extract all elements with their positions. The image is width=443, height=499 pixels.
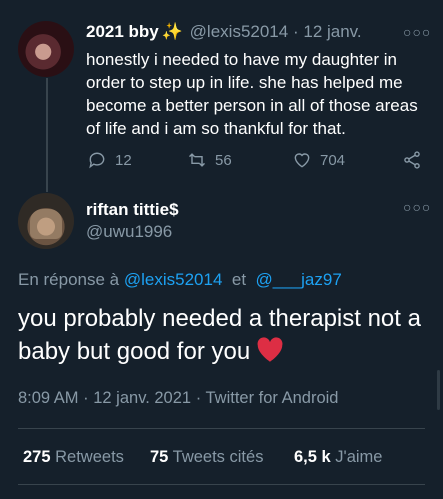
retweets-count: 275 xyxy=(23,448,51,466)
more-options-icon[interactable]: ○○○ xyxy=(403,24,431,40)
reply-count: 12 xyxy=(115,151,132,169)
avatar[interactable] xyxy=(18,21,74,77)
display-name[interactable]: 2021 bby xyxy=(86,22,159,41)
tweet-date[interactable]: 12 janv. xyxy=(303,22,361,41)
quotes-label: Tweets cités xyxy=(172,448,264,466)
display-name[interactable]: riftan tittie$ xyxy=(86,200,179,220)
reply-text: you probably needed a therapist not a ba… xyxy=(18,305,421,365)
reply-prefix: En réponse à xyxy=(18,270,120,289)
tweet-date[interactable]: 12 janv. 2021 xyxy=(93,389,191,407)
quotes-count: 75 xyxy=(150,448,169,466)
retweets-label: Retweets xyxy=(55,448,124,466)
retweet-count: 56 xyxy=(215,151,232,169)
thread-line xyxy=(46,78,48,192)
likes-count: 6,5 k xyxy=(294,448,331,466)
retweet-button[interactable]: 56 xyxy=(187,150,232,170)
mention-link[interactable]: @lexis52014 xyxy=(124,270,223,289)
handle[interactable]: @uwu1996 xyxy=(86,222,172,242)
tweet-meta: 8:09 AM · 12 janv. 2021 · Twitter for An… xyxy=(18,389,338,408)
likes-label: J'aime xyxy=(335,448,383,466)
separator: · xyxy=(195,389,202,407)
avatar[interactable] xyxy=(18,193,74,249)
divider xyxy=(18,428,425,429)
tweet-header: 2021 bby ✨ @lexis52014 · 12 janv. xyxy=(86,22,362,42)
share-icon xyxy=(404,151,420,169)
divider xyxy=(18,484,425,485)
share-button[interactable] xyxy=(402,150,422,170)
reply-joiner: et xyxy=(231,270,247,289)
handle[interactable]: @lexis52014 xyxy=(190,22,289,41)
heart-icon xyxy=(294,153,310,168)
red-heart-icon xyxy=(257,337,283,362)
mention-link[interactable]: @___jaz97 xyxy=(256,270,342,289)
tweet-text: honestly i needed to have my daughter in… xyxy=(86,50,418,138)
reply-icon xyxy=(89,152,105,169)
sparkles-icon: ✨ xyxy=(161,22,183,41)
retweet-icon xyxy=(188,153,206,167)
scrollbar[interactable] xyxy=(437,370,440,410)
quotes-stat[interactable]: 75 Tweets cités xyxy=(150,448,263,467)
client-source[interactable]: Twitter for Android xyxy=(205,389,338,407)
reply-button[interactable]: 12 xyxy=(87,150,132,170)
separator: · xyxy=(83,389,89,407)
tweet-text: you probably needed a therapist not a ba… xyxy=(18,302,428,368)
likes-stat[interactable]: 6,5 k J'aime xyxy=(294,448,382,467)
like-button[interactable]: 704 xyxy=(292,150,345,170)
retweets-stat[interactable]: 275 Retweets xyxy=(23,448,124,467)
separator: · xyxy=(292,22,299,41)
tweet-time[interactable]: 8:09 AM xyxy=(18,389,79,407)
like-count: 704 xyxy=(320,151,346,169)
more-options-icon[interactable]: ○○○ xyxy=(403,199,431,215)
reply-context: En réponse à @lexis52014 et @___jaz97 xyxy=(18,270,342,290)
